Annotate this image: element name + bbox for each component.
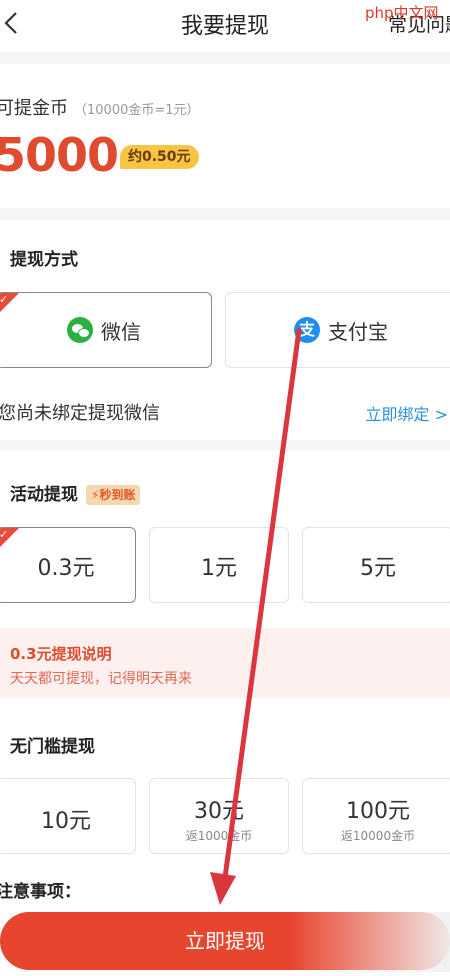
amount-label: 5元 [360,556,396,581]
activity-title-text: 活动提现 [10,485,78,505]
approx-badge: 约0.50元 [120,145,199,169]
amount-label: 0.3元 [37,556,95,581]
activity-amount-option[interactable]: 5元 [302,527,450,603]
threshold-amount-option[interactable]: 10元 [0,778,136,854]
method-option-alipay[interactable]: 支 支付宝 [225,292,450,368]
balance-label: 可提金币 （10000金币=1元） [0,94,200,120]
balance-label-text: 可提金币 [0,98,68,119]
amount-bonus: 返10000金币 [340,829,416,843]
check-icon: ✓ [0,528,9,541]
alipay-icon: 支 [294,317,320,343]
amount-block: 30元 返1000金币 [150,793,288,844]
bind-status-text: 您尚未绑定提现微信 [0,403,160,424]
instant-badge-label: 秒到账 [99,488,136,502]
amount-label: 1元 [201,556,237,581]
method-option-wechat[interactable]: ✓ 微信 [0,292,212,368]
divider [0,52,450,64]
method-label: 微信 [101,319,141,344]
wechat-icon [67,317,93,343]
activity-note-title: 0.3元提现说明 [10,645,112,663]
amount-bonus: 返1000金币 [185,829,253,843]
amount-label: 10元 [41,809,91,834]
amount-block: 100元 返10000金币 [303,793,450,844]
threshold-section-title: 无门槛提现 [10,737,95,757]
method-label: 支付宝 [328,319,388,344]
threshold-amount-option[interactable]: 100元 返10000金币 [302,778,450,854]
method-section-title: 提现方式 [10,250,78,270]
divider [0,440,450,450]
divider [0,208,450,220]
arrow-head [210,872,236,905]
threshold-amount-option[interactable]: 30元 返1000金币 [149,778,289,854]
amount-label: 100元 [346,799,410,824]
activity-amount-option[interactable]: 1元 [149,527,289,603]
amount-label: 30元 [194,799,244,824]
balance-value: 5000 [0,128,119,182]
bind-now-link[interactable]: 立即绑定 > [366,401,449,425]
activity-amount-option[interactable]: ✓ 0.3元 [0,527,136,603]
watermark-overlay [290,912,450,972]
watermark: php中文网 [365,4,439,22]
instant-badge: ⚡秒到账 [86,485,141,505]
exchange-rate: （10000金币=1元） [74,103,200,118]
caution-heading: 注意事项： [0,882,81,902]
activity-note-text: 天天都可提现，记得明天再来 [10,671,192,687]
activity-section-title: 活动提现 ⚡秒到账 [10,480,141,505]
